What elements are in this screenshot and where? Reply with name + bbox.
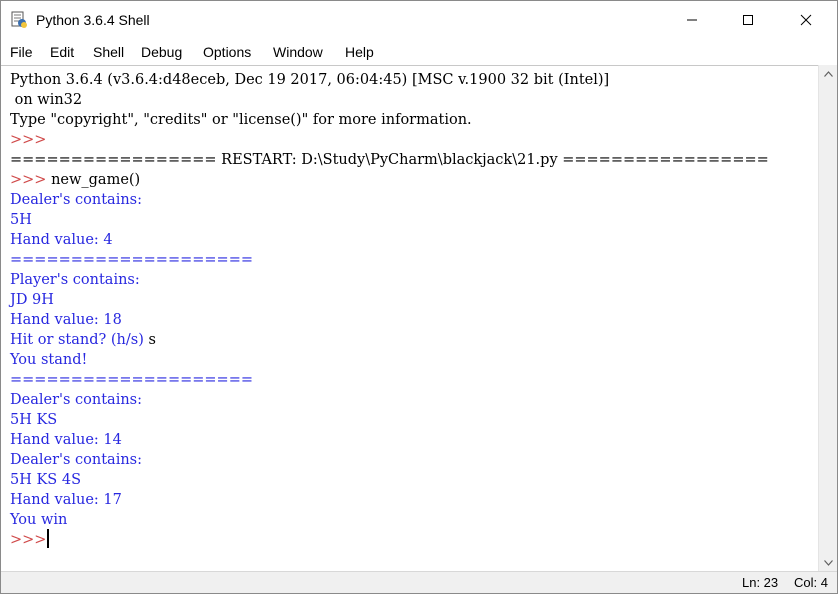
shell-line-command: >>> new_game() xyxy=(10,170,140,190)
shell-line-info: Type "copyright", "credits" or "license(… xyxy=(10,112,472,128)
shell-prompt: >>> xyxy=(10,532,52,548)
output-line: 5H KS xyxy=(10,412,58,428)
minimize-button[interactable] xyxy=(669,1,715,39)
scroll-down-icon xyxy=(824,559,833,566)
output-line: Dealer's contains: xyxy=(10,392,143,408)
user-input-text: s xyxy=(148,332,156,348)
output-line: Hand value: 18 xyxy=(10,312,122,328)
window-title: Python 3.6.4 Shell xyxy=(36,12,150,28)
line-number-status: Ln: 23 xyxy=(742,575,779,590)
shell-text-area[interactable]: Python 3.6.4 (v3.6.4:d48eceb, Dec 19 201… xyxy=(1,65,818,572)
maximize-button[interactable] xyxy=(725,1,771,39)
vertical-scrollbar[interactable] xyxy=(818,65,837,571)
output-separator: ==================== xyxy=(10,252,253,268)
menu-bar: File Edit Shell Debug Options Window Hel… xyxy=(1,39,837,65)
output-line: JD 9H xyxy=(10,292,54,308)
input-prompt-text: Hit or stand? (h/s) xyxy=(10,332,149,348)
output-line: Hand value: 4 xyxy=(10,232,113,248)
shell-prompt: >>> xyxy=(10,132,52,148)
menu-help[interactable]: Help xyxy=(345,43,374,61)
menu-window[interactable]: Window xyxy=(273,43,323,61)
scroll-up-icon xyxy=(824,70,833,77)
minimize-icon xyxy=(687,19,697,21)
menu-debug[interactable]: Debug xyxy=(141,43,182,61)
menu-edit[interactable]: Edit xyxy=(50,43,74,61)
close-icon xyxy=(800,14,812,26)
scroll-track[interactable] xyxy=(821,83,836,553)
menu-shell[interactable]: Shell xyxy=(93,43,124,61)
status-bar: Ln: 23 Col: 4 xyxy=(1,571,837,593)
output-line: You win xyxy=(10,512,68,528)
output-line: Dealer's contains: xyxy=(10,452,143,468)
menu-file[interactable]: File xyxy=(10,43,33,61)
input-line: Hit or stand? (h/s) s xyxy=(10,330,156,350)
shell-line-banner: Python 3.6.4 (v3.6.4:d48eceb, Dec 19 201… xyxy=(10,72,610,88)
scroll-up-button[interactable] xyxy=(819,65,837,82)
text-cursor xyxy=(47,529,49,548)
output-line: Hand value: 14 xyxy=(10,432,122,448)
idle-shell-window: Python 3.6.4 Shell File Edit Shell Debug… xyxy=(0,0,838,594)
output-line: 5H KS 4S xyxy=(10,472,82,488)
output-line: You stand! xyxy=(10,352,88,368)
close-button[interactable] xyxy=(783,1,829,39)
shell-line-restart: ================= RESTART: D:\Study\PyCh… xyxy=(10,152,769,168)
menu-options[interactable]: Options xyxy=(203,43,251,61)
maximize-icon xyxy=(743,15,753,25)
output-line: 5H xyxy=(10,212,32,228)
column-number-status: Col: 4 xyxy=(794,575,828,590)
output-separator: ==================== xyxy=(10,372,253,388)
command-text: new_game() xyxy=(51,172,141,188)
output-line: Dealer's contains: xyxy=(10,192,143,208)
output-line: Player's contains: xyxy=(10,272,140,288)
title-bar[interactable]: Python 3.6.4 Shell xyxy=(1,1,837,39)
python-idle-icon xyxy=(10,11,28,29)
shell-line-platform: on win32 xyxy=(10,92,83,108)
scroll-down-button[interactable] xyxy=(819,554,837,571)
output-line: Hand value: 17 xyxy=(10,492,122,508)
shell-prompt: >>> xyxy=(10,172,52,188)
